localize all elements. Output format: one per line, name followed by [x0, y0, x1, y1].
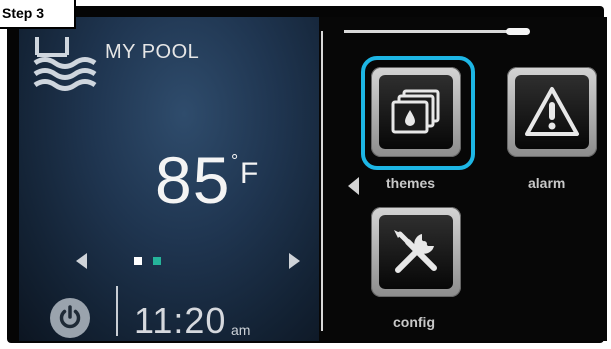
- step-label: Step 3: [0, 0, 76, 29]
- panel-divider: [321, 31, 323, 331]
- themes-label: themes: [386, 175, 436, 191]
- temperature-value: 85: [155, 143, 231, 217]
- themes-button[interactable]: [371, 67, 461, 157]
- alarm-label: alarm: [528, 175, 566, 191]
- themes-stack-icon: [391, 89, 440, 134]
- page-slider-knob[interactable]: [506, 28, 530, 35]
- config-tools-icon: [394, 230, 437, 273]
- config-tile-face: [379, 215, 453, 289]
- power-icon: [59, 305, 81, 329]
- temperature-unit: F: [240, 157, 259, 190]
- arrow-right-icon[interactable]: [289, 253, 300, 269]
- power-button[interactable]: [50, 298, 90, 338]
- themes-tile-face: [379, 75, 453, 149]
- page-dot-active: [134, 257, 142, 265]
- clock-divider: [116, 286, 118, 336]
- config-label: config: [393, 314, 435, 330]
- clock-time: 11:20: [134, 300, 227, 341]
- step-label-text: Step 3: [2, 5, 45, 21]
- alarm-tile-face: [515, 75, 589, 149]
- pool-waves-icon: [33, 37, 97, 91]
- status-panel: MY POOL 85 ° F 11:20 am: [19, 17, 319, 341]
- arrow-left-icon[interactable]: [348, 177, 359, 195]
- arrow-left-icon[interactable]: [76, 253, 87, 269]
- page-dot: [153, 257, 161, 265]
- clock-ampm: am: [231, 322, 251, 338]
- touch-screen: MY POOL 85 ° F 11:20 am themes alarm con…: [19, 17, 607, 341]
- pool-title: MY POOL: [105, 41, 200, 63]
- config-button[interactable]: [371, 207, 461, 297]
- alarm-warning-icon: [525, 87, 579, 136]
- degree-symbol: °: [231, 151, 239, 171]
- page-slider-track[interactable]: [344, 30, 522, 33]
- device-frame: MY POOL 85 ° F 11:20 am themes alarm con…: [7, 6, 607, 343]
- alarm-button[interactable]: [507, 67, 597, 157]
